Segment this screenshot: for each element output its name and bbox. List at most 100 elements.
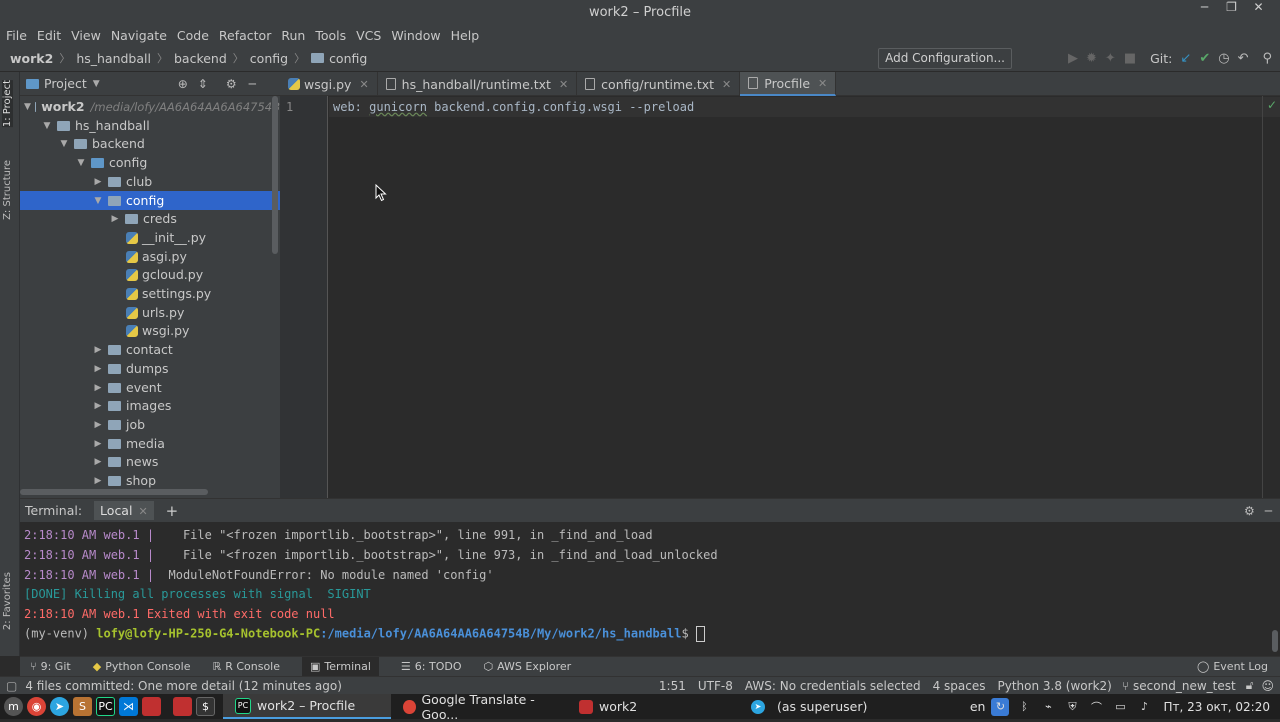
git-branch[interactable]: second_new_test xyxy=(1133,679,1236,693)
tool-todo[interactable]: ☰ 6: TODO xyxy=(401,660,462,673)
tree-folder[interactable]: ▶ job xyxy=(20,415,280,434)
files-icon[interactable] xyxy=(173,697,192,716)
taskbar-window-chrome[interactable]: Google Translate - Goo... xyxy=(391,692,567,722)
tree-folder[interactable]: ▼ backend xyxy=(20,134,280,153)
tree-folder[interactable]: ▶ contact xyxy=(20,340,280,359)
terminal-output[interactable]: 2:18:10 AM web.1 | File "<frozen importl… xyxy=(20,522,1280,656)
project-panel-title[interactable]: Project xyxy=(44,76,87,91)
start-menu-icon[interactable]: m xyxy=(4,697,23,716)
breadcrumb-item[interactable]: work2 xyxy=(10,51,53,66)
battery-icon[interactable]: ▭ xyxy=(1111,698,1129,716)
taskbar-window-pycharm[interactable]: PC work2 – Procfile xyxy=(223,694,391,719)
tree-folder[interactable]: ▶ news xyxy=(20,452,280,471)
menu-edit[interactable]: Edit xyxy=(37,28,61,43)
horizontal-scrollbar[interactable] xyxy=(20,489,208,495)
tree-folder[interactable]: ▼ work2/media/lofy/AA6A64AA6A64754B xyxy=(20,97,280,116)
vscode-icon[interactable]: ⋊ xyxy=(119,697,138,716)
chevron-right-icon[interactable]: ▶ xyxy=(92,383,104,393)
menu-refactor[interactable]: Refactor xyxy=(219,28,271,43)
shield-icon[interactable]: ⛨ xyxy=(1063,698,1081,716)
tab-procfile[interactable]: Procfile ✕ xyxy=(740,72,837,96)
tool-git[interactable]: ⑂ 9: Git xyxy=(30,660,71,673)
terminal-scrollbar[interactable] xyxy=(1272,630,1278,652)
close-icon[interactable]: ✕ xyxy=(818,77,827,90)
tree-folder[interactable]: ▶ dumps xyxy=(20,359,280,378)
status-message[interactable]: 4 files committed: One more detail (12 m… xyxy=(25,679,342,693)
chevron-down-icon[interactable]: ▼ xyxy=(75,158,87,168)
git-update-icon[interactable]: ↙ xyxy=(1180,51,1191,66)
pycharm-icon[interactable]: PC xyxy=(96,697,115,716)
network-icon[interactable]: ⌒ xyxy=(1087,698,1105,716)
menu-window[interactable]: Window xyxy=(391,28,440,43)
tree-folder[interactable]: ▼ config xyxy=(20,191,280,210)
terminal-app-icon[interactable]: $ xyxy=(196,697,215,716)
chevron-right-icon[interactable]: ▶ xyxy=(92,457,104,467)
file-encoding[interactable]: UTF-8 xyxy=(698,679,733,693)
tree-folder[interactable]: ▶ club xyxy=(20,172,280,191)
locate-icon[interactable]: ⊕ xyxy=(178,77,188,91)
tab-hs-handball-runtime[interactable]: hs_handball/runtime.txt ✕ xyxy=(378,72,578,96)
close-icon[interactable]: ✕ xyxy=(559,78,568,91)
chevron-right-icon[interactable]: ▶ xyxy=(92,476,104,486)
minimize-button[interactable]: ─ xyxy=(1191,0,1218,26)
collapse-all-icon[interactable]: ⇕ xyxy=(198,77,208,91)
indent-setting[interactable]: 4 spaces xyxy=(933,679,986,693)
lock-icon[interactable]: 🔓︎ xyxy=(1246,678,1254,693)
debug-icon[interactable]: ✹ xyxy=(1086,51,1097,66)
breadcrumb-item[interactable]: config xyxy=(250,51,288,66)
chrome-icon[interactable]: ◉ xyxy=(27,697,46,716)
vertical-scrollbar[interactable] xyxy=(272,96,278,254)
clock[interactable]: Пт, 23 окт, 02:20 xyxy=(1163,700,1270,714)
chevron-down-icon[interactable]: ▼ xyxy=(92,196,104,206)
tree-folder[interactable]: ▼ config xyxy=(20,153,280,172)
tab-wsgi[interactable]: wsgi.py ✕ xyxy=(280,72,378,96)
taskbar-window-files[interactable]: work2 xyxy=(567,694,739,719)
chevron-down-icon[interactable]: ▼ xyxy=(24,102,31,112)
inspector-icon[interactable]: ☺ xyxy=(1261,679,1274,693)
menu-file[interactable]: File xyxy=(6,28,27,43)
app-icon[interactable] xyxy=(142,697,161,716)
update-icon[interactable]: ↻ xyxy=(991,697,1010,716)
breadcrumb-item[interactable]: config xyxy=(329,51,367,66)
chevron-right-icon[interactable]: ▶ xyxy=(92,439,104,449)
chevron-right-icon[interactable]: ▶ xyxy=(92,177,104,187)
tree-file[interactable]: wsgi.py xyxy=(20,321,280,340)
volume-icon[interactable]: ♪ xyxy=(1135,698,1153,716)
chevron-right-icon[interactable]: ▶ xyxy=(92,401,104,411)
code-line[interactable]: web: gunicorn backend.config.config.wsgi… xyxy=(333,100,694,114)
menu-help[interactable]: Help xyxy=(451,28,480,43)
run-icon[interactable]: ▶ xyxy=(1068,51,1078,66)
close-icon[interactable]: ✕ xyxy=(138,505,147,518)
gear-icon[interactable]: ⚙ xyxy=(1244,504,1255,518)
breadcrumb-item[interactable]: hs_handball xyxy=(76,51,151,66)
tree-file[interactable]: __init__.py xyxy=(20,228,280,247)
menu-vcs[interactable]: VCS xyxy=(356,28,381,43)
chevron-right-icon[interactable]: ▶ xyxy=(92,364,104,374)
close-icon[interactable]: ✕ xyxy=(722,78,731,91)
tree-folder[interactable]: ▶ shop xyxy=(20,471,280,490)
favorites-tool-tab[interactable]: 2: Favorites xyxy=(2,572,13,630)
sublime-icon[interactable]: S xyxy=(73,697,92,716)
chevron-right-icon[interactable]: ▶ xyxy=(92,420,104,430)
code-editor[interactable] xyxy=(329,96,1280,498)
search-icon[interactable]: ⚲ xyxy=(1262,51,1272,66)
tree-file[interactable]: gcloud.py xyxy=(20,265,280,284)
gear-icon[interactable]: ⚙ xyxy=(226,77,237,91)
inspection-ok-icon[interactable]: ✓ xyxy=(1267,98,1277,112)
taskbar-window-telegram[interactable]: ➤ (as superuser) xyxy=(739,694,909,719)
usb-icon[interactable]: ⌁ xyxy=(1039,698,1057,716)
tree-file[interactable]: urls.py xyxy=(20,303,280,322)
tree-folder[interactable]: ▶ creds xyxy=(20,209,280,228)
tree-folder[interactable]: ▶ media xyxy=(20,434,280,453)
tool-aws-explorer[interactable]: ⬡ AWS Explorer xyxy=(484,660,572,673)
bluetooth-icon[interactable]: ᛒ xyxy=(1015,698,1033,716)
tree-file[interactable]: asgi.py xyxy=(20,247,280,266)
add-terminal-icon[interactable]: + xyxy=(166,502,179,520)
toggle-tool-windows-icon[interactable]: ▢ xyxy=(6,679,17,693)
caret-position[interactable]: 1:51 xyxy=(659,679,686,693)
add-configuration-button[interactable]: Add Configuration... xyxy=(878,48,1012,69)
tree-folder[interactable]: ▶ images xyxy=(20,396,280,415)
tree-folder[interactable]: ▼ hs_handball xyxy=(20,116,280,135)
dropdown-arrow-icon[interactable]: ▼ xyxy=(93,79,100,89)
history-icon[interactable]: ◷ xyxy=(1218,51,1229,66)
